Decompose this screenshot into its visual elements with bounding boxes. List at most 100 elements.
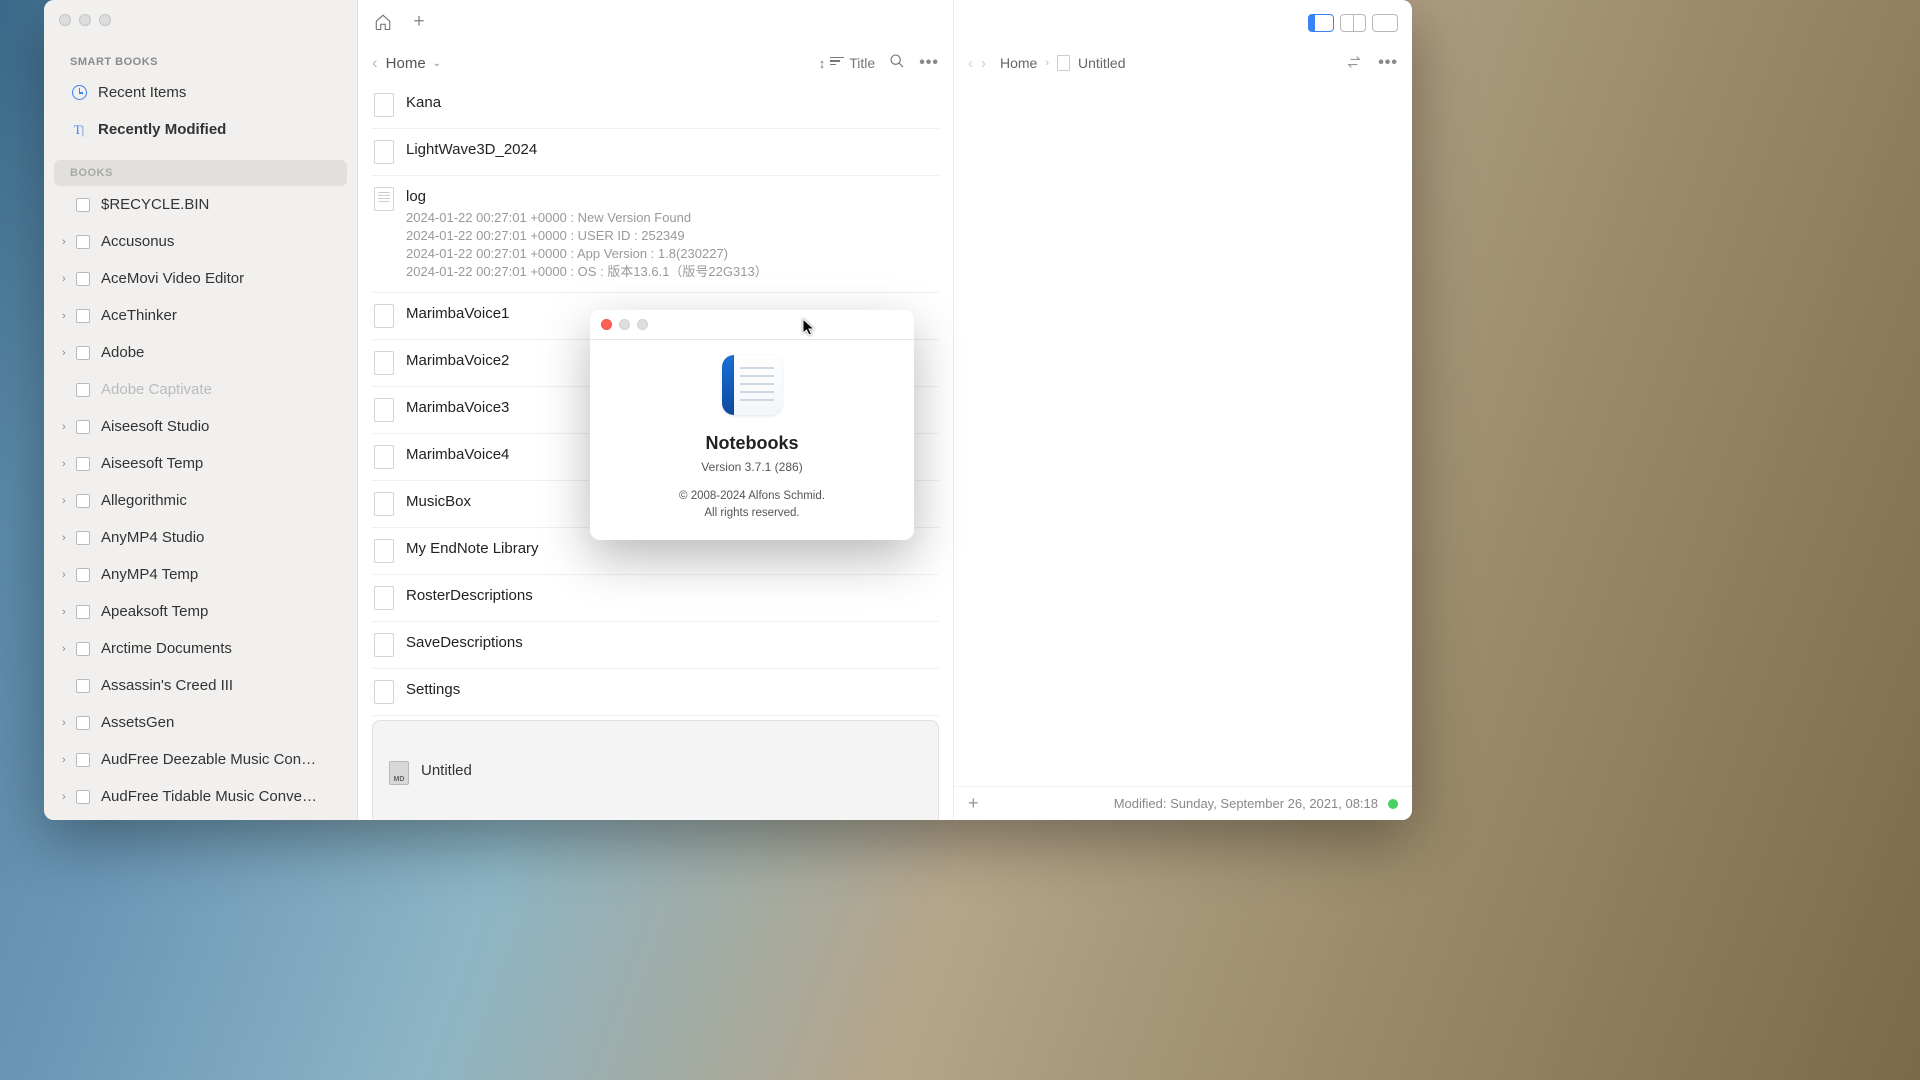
- text-cursor-icon: T|: [70, 121, 88, 139]
- close-window-button[interactable]: [59, 14, 71, 26]
- file-row[interactable]: Kana: [372, 82, 939, 129]
- sidebar-book-item[interactable]: ›AnyMP4 Studio: [44, 519, 357, 556]
- zoom-window-button[interactable]: [99, 14, 111, 26]
- books-header[interactable]: BOOKS: [54, 160, 347, 186]
- book-label: AceMovi Video Editor: [101, 270, 244, 287]
- chevron-right-icon[interactable]: ›: [62, 791, 72, 803]
- breadcrumb-separator: ›: [1045, 57, 1049, 69]
- sidebar-recently-modified[interactable]: T| Recently Modified: [44, 111, 357, 148]
- book-label: Accusonus: [101, 233, 174, 250]
- file-title: RosterDescriptions: [406, 586, 937, 606]
- add-button[interactable]: +: [968, 793, 979, 814]
- chevron-right-icon[interactable]: ›: [62, 532, 72, 544]
- sync-button[interactable]: [1346, 54, 1362, 73]
- sidebar-book-item[interactable]: › AudFree Tidable Music Converter: [44, 778, 357, 815]
- folder-icon: [76, 346, 90, 360]
- detail-more-button[interactable]: •••: [1378, 54, 1398, 72]
- file-row[interactable]: log2024-01-22 00:27:01 +0000 : New Versi…: [372, 176, 939, 293]
- file-title: log: [406, 187, 937, 207]
- sidebar-book-item[interactable]: ›Aiseesoft Studio: [44, 408, 357, 445]
- detail-forward-button[interactable]: ›: [981, 55, 986, 72]
- smart-books-header: SMART BOOKS: [44, 50, 357, 74]
- sidebar-book-item[interactable]: ›Arctime Documents: [44, 630, 357, 667]
- folder-icon: [76, 309, 90, 323]
- mid-toolbar: +: [358, 0, 953, 44]
- chevron-right-icon[interactable]: ›: [62, 421, 72, 433]
- chevron-right-icon[interactable]: ›: [62, 236, 72, 248]
- chevron-right-icon[interactable]: ›: [62, 495, 72, 507]
- sidebar-book-item[interactable]: ›Adobe Captivate: [44, 371, 357, 408]
- file-row[interactable]: LightWave3D_2024: [372, 129, 939, 176]
- more-options-button[interactable]: •••: [919, 54, 939, 72]
- sidebar-book-item[interactable]: ›Adobe: [44, 334, 357, 371]
- file-icon: [374, 93, 394, 117]
- traffic-lights: [59, 14, 111, 26]
- file-icon: [374, 492, 394, 516]
- mouse-cursor: [802, 318, 816, 338]
- book-label: AssetsGen: [101, 714, 174, 731]
- about-zoom-button: [637, 319, 648, 330]
- chevron-right-icon[interactable]: ›: [62, 643, 72, 655]
- chevron-down-icon[interactable]: ⌄: [433, 58, 441, 69]
- chevron-right-icon[interactable]: ›: [62, 569, 72, 581]
- file-title: My EndNote Library: [406, 539, 937, 559]
- minimize-window-button[interactable]: [79, 14, 91, 26]
- sidebar-book-item[interactable]: ›AnyMP4 Temp: [44, 556, 357, 593]
- view-mode-tabs: [1308, 14, 1398, 32]
- view-mode-single-button[interactable]: [1372, 14, 1398, 32]
- new-item-button[interactable]: +: [408, 11, 430, 33]
- chevron-right-icon[interactable]: ›: [62, 310, 72, 322]
- sidebar-book-item[interactable]: ›Assassin's Creed III: [44, 667, 357, 704]
- sidebar-book-item[interactable]: › AssetsGen: [44, 704, 357, 741]
- file-icon: [374, 351, 394, 375]
- book-label: AudFree Tidable Music Converter: [101, 788, 317, 805]
- book-label: Assassin's Creed III: [101, 677, 233, 694]
- app-icon: [722, 355, 782, 415]
- file-row[interactable]: SaveDescriptions: [372, 622, 939, 669]
- about-close-button[interactable]: [601, 319, 612, 330]
- file-icon: [374, 398, 394, 422]
- breadcrumb-current[interactable]: Home: [386, 55, 426, 72]
- folder-icon: [76, 235, 90, 249]
- sidebar-book-item[interactable]: ›Aiseesoft Temp: [44, 445, 357, 482]
- sidebar-book-item[interactable]: ›AudFree Deezable Music Conve…: [44, 741, 357, 778]
- folder-icon: [76, 605, 90, 619]
- file-row[interactable]: RosterDescriptions: [372, 575, 939, 622]
- file-row-selected[interactable]: Untitled: [372, 720, 939, 820]
- sidebar-book-item[interactable]: ›Allegorithmic: [44, 482, 357, 519]
- search-button[interactable]: [889, 53, 905, 74]
- file-icon: [374, 304, 394, 328]
- sidebar-recent-items[interactable]: Recent Items: [44, 74, 357, 111]
- chevron-right-icon[interactable]: ›: [62, 347, 72, 359]
- back-button[interactable]: ‹: [372, 53, 378, 73]
- modified-label: Modified: Sunday, September 26, 2021, 08…: [1114, 796, 1378, 811]
- about-titlebar[interactable]: [590, 310, 914, 340]
- file-row[interactable]: Settings: [372, 669, 939, 716]
- book-label: $RECYCLE.BIN: [101, 196, 209, 213]
- detail-breadcrumb-bar: ‹ › Home › Untitled •••: [954, 44, 1412, 82]
- sidebar-book-item[interactable]: › Accusonus: [44, 223, 357, 260]
- detail-breadcrumb-doc[interactable]: Untitled: [1078, 55, 1125, 71]
- chevron-right-icon[interactable]: ›: [62, 273, 72, 285]
- sidebar-book-item[interactable]: › AceThinker: [44, 297, 357, 334]
- chevron-right-icon[interactable]: ›: [62, 458, 72, 470]
- book-label: AceThinker: [101, 307, 177, 324]
- home-button[interactable]: [372, 11, 394, 33]
- detail-breadcrumb-home[interactable]: Home: [1000, 55, 1037, 71]
- view-mode-split-button[interactable]: [1340, 14, 1366, 32]
- sidebar-book-item[interactable]: › AceMovi Video Editor: [44, 260, 357, 297]
- file-icon: [374, 539, 394, 563]
- sort-button[interactable]: ↕ Title: [819, 55, 875, 71]
- view-mode-sidebar-button[interactable]: [1308, 14, 1334, 32]
- book-label: Adobe Captivate: [101, 381, 212, 398]
- about-version: Version 3.7.1 (286): [701, 460, 802, 474]
- about-window: Notebooks Version 3.7.1 (286) © 2008-202…: [590, 310, 914, 540]
- detail-back-button[interactable]: ‹: [968, 55, 973, 72]
- sidebar-book-item[interactable]: ›$RECYCLE.BIN: [44, 186, 357, 223]
- chevron-right-icon[interactable]: ›: [62, 754, 72, 766]
- detail-editor[interactable]: [954, 82, 1412, 786]
- sidebar-book-item[interactable]: ›Apeaksoft Temp: [44, 593, 357, 630]
- chevron-right-icon[interactable]: ›: [62, 606, 72, 618]
- about-app-name: Notebooks: [705, 433, 798, 454]
- chevron-right-icon[interactable]: ›: [62, 717, 72, 729]
